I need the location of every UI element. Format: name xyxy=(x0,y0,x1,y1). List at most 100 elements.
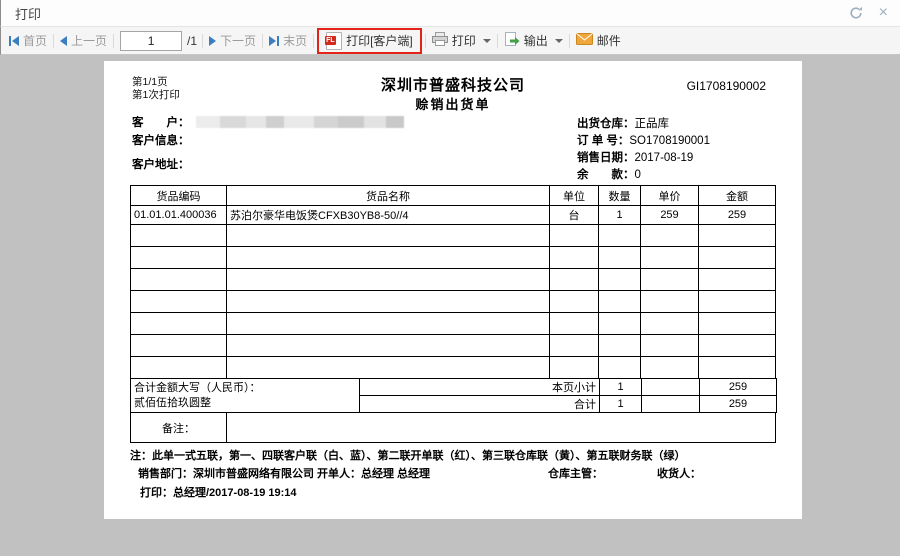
item-code: 01.01.01.400036 xyxy=(131,206,227,225)
col-header-qty: 数量 xyxy=(599,186,641,206)
prev-page-label: 上一页 xyxy=(71,32,107,49)
customer-address-label: 客户地址： xyxy=(132,156,190,172)
refresh-icon[interactable] xyxy=(849,6,863,20)
fl-badge-icon: FL xyxy=(325,36,336,45)
sales-dept-value: 深圳市普盛网络有限公司 xyxy=(193,468,314,480)
page-total-label: /1 xyxy=(187,34,197,48)
remark-label: 备注： xyxy=(131,413,227,443)
page-number-input[interactable] xyxy=(120,31,182,51)
table-row-empty xyxy=(131,313,776,335)
print-client-document-icon: FL xyxy=(326,32,342,50)
total-amount: 259 xyxy=(700,396,777,413)
last-page-label: 末页 xyxy=(283,32,307,49)
table-row-empty xyxy=(131,269,776,291)
items-table: 货品编码 货品名称 单位 数量 单价 金额 01.01.01.400036 苏泊… xyxy=(130,185,776,443)
document-number: GI1708190002 xyxy=(687,79,766,93)
clerk-label: 开单人： xyxy=(317,468,361,480)
document-type-title: 赊销出货单 xyxy=(104,94,802,113)
print-client-button[interactable]: FL 打印[客户端] xyxy=(321,32,418,50)
dropdown-caret-icon xyxy=(555,39,563,43)
warehouse-label: 出货仓库： xyxy=(577,118,635,130)
next-page-label: 下一页 xyxy=(220,32,256,49)
subtotal-amount: 259 xyxy=(700,379,777,396)
item-qty: 1 xyxy=(599,206,641,225)
balance-row: 余 款：0 xyxy=(577,165,641,183)
remark-row: 备注： xyxy=(131,413,776,443)
customer-row: 客 户： xyxy=(132,114,404,130)
print-dropdown-button[interactable]: 打印 xyxy=(427,32,496,49)
customer-redacted-value xyxy=(196,116,404,128)
sales-dept-row: 销售部门：深圳市普盛网络有限公司 xyxy=(138,465,314,481)
separator xyxy=(313,34,314,48)
last-page-button[interactable]: 末页 xyxy=(264,32,312,49)
table-row: 01.01.01.400036 苏泊尔豪华电饭煲CFXB30YB8-50//4 … xyxy=(131,206,776,225)
separator xyxy=(569,34,570,48)
order-number-value: SO1708190001 xyxy=(629,135,710,147)
col-header-price: 单价 xyxy=(641,186,699,206)
clerk-row: 开单人：总经理 总经理 xyxy=(317,465,430,481)
subtotal-row: 合计金额大写（人民币）： 贰佰伍拾玖圆整 本页小计 1 259 xyxy=(131,379,777,396)
first-page-label: 首页 xyxy=(23,32,47,49)
subtotal-qty: 1 xyxy=(600,379,642,396)
printer-icon xyxy=(432,32,448,49)
col-header-item-code: 货品编码 xyxy=(131,186,227,206)
total-label: 合计 xyxy=(360,396,600,413)
window-title: 打印 xyxy=(15,4,41,23)
next-page-button[interactable]: 下一页 xyxy=(204,32,261,49)
export-icon xyxy=(504,32,520,50)
separator xyxy=(202,34,203,48)
annotation-highlight-box: FL 打印[客户端] xyxy=(317,28,422,54)
separator xyxy=(53,34,54,48)
item-unit: 台 xyxy=(550,206,599,225)
order-row: 订 单 号：SO1708190001 xyxy=(577,131,710,149)
export-dropdown-button[interactable]: 输出 xyxy=(499,32,568,50)
item-amount: 259 xyxy=(699,206,776,225)
first-page-button[interactable]: 首页 xyxy=(4,32,52,49)
item-name: 苏泊尔豪华电饭煲CFXB30YB8-50//4 xyxy=(227,206,550,225)
last-page-icon xyxy=(269,36,279,46)
print-client-label: 打印[客户端] xyxy=(346,32,413,49)
print-toolbar: 首页 上一页 /1 下一页 末页 FL 打印[客户端] 打印 xyxy=(0,27,900,55)
prev-page-button[interactable]: 上一页 xyxy=(55,32,112,49)
warehouse-manager-label: 仓库主管： xyxy=(548,465,603,481)
total-price xyxy=(642,396,700,413)
separator xyxy=(425,34,426,48)
remark-value xyxy=(227,413,776,443)
balance-value: 0 xyxy=(635,169,641,181)
mail-label: 邮件 xyxy=(597,32,621,49)
window-controls: × xyxy=(849,6,888,20)
separator xyxy=(497,34,498,48)
col-header-unit: 单位 xyxy=(550,186,599,206)
next-page-icon xyxy=(209,36,216,46)
window-titlebar: 打印 × xyxy=(0,0,900,27)
separator xyxy=(262,34,263,48)
amount-words-value: 贰佰伍拾玖圆整 xyxy=(134,396,356,411)
customer-info-label: 客户信息： xyxy=(132,132,190,148)
sales-date-value: 2017-08-19 xyxy=(635,152,694,164)
table-row-empty xyxy=(131,357,776,379)
remark-section: 备注： xyxy=(130,412,776,443)
col-header-amount: 金额 xyxy=(699,186,776,206)
dropdown-caret-icon xyxy=(483,39,491,43)
amount-in-words-cell: 合计金额大写（人民币）： 贰佰伍拾玖圆整 xyxy=(131,379,360,413)
mail-envelope-icon xyxy=(576,33,593,48)
separator xyxy=(113,34,114,48)
col-header-item-name: 货品名称 xyxy=(227,186,550,206)
prev-page-icon xyxy=(60,36,67,46)
table-row-empty xyxy=(131,291,776,313)
document-page: 第1/1页 第1次打印 深圳市普盛科技公司 赊销出货单 GI1708190002… xyxy=(104,61,802,519)
order-number-label: 订 单 号： xyxy=(577,135,629,147)
mail-button[interactable]: 邮件 xyxy=(571,32,626,49)
warehouse-value: 正品库 xyxy=(635,118,670,130)
print-label: 打印 xyxy=(452,32,476,49)
close-icon[interactable]: × xyxy=(879,6,888,20)
warehouse-row: 出货仓库：正品库 xyxy=(577,114,669,132)
total-qty: 1 xyxy=(600,396,642,413)
balance-label: 余 款： xyxy=(577,169,635,181)
table-row-empty xyxy=(131,335,776,357)
table-row-empty xyxy=(131,247,776,269)
sales-dept-label: 销售部门： xyxy=(138,468,193,480)
customer-label: 客 户： xyxy=(132,117,190,129)
first-page-icon xyxy=(9,36,19,46)
subtotal-label: 本页小计 xyxy=(360,379,600,396)
